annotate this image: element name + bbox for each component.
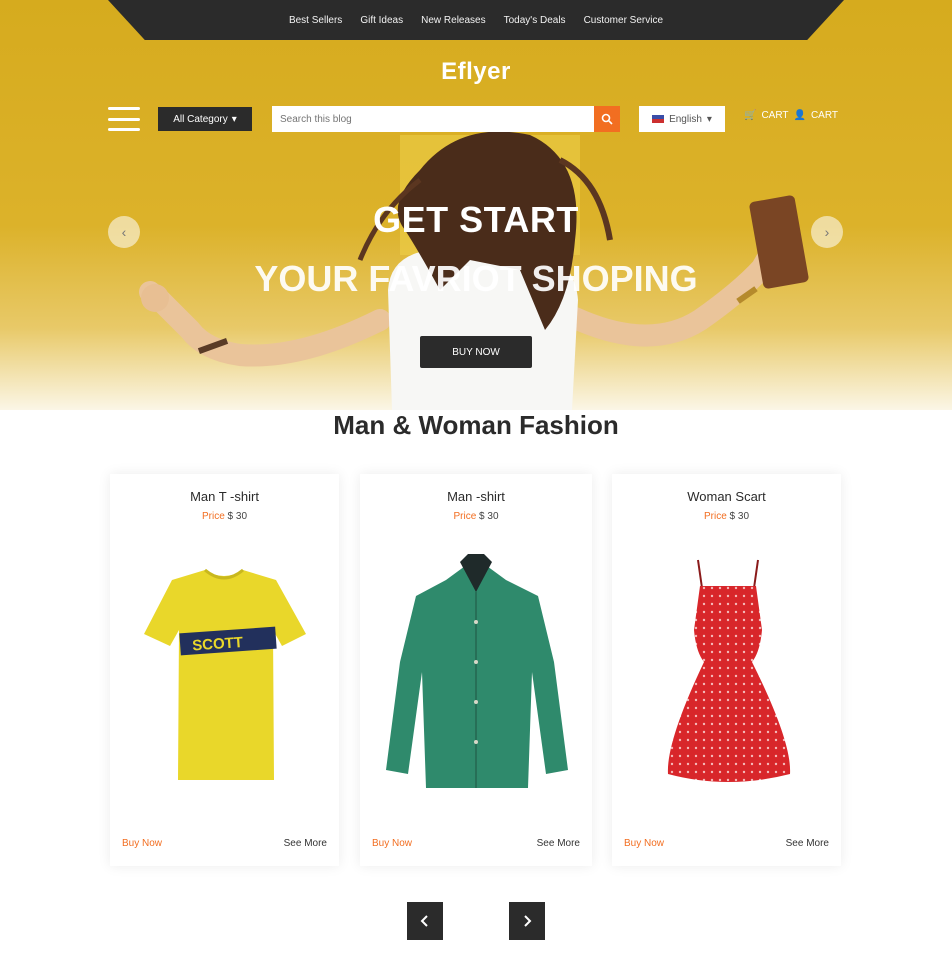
section-title: Man & Woman Fashion — [333, 410, 619, 440]
buy-now-link[interactable]: Buy Now — [122, 838, 162, 849]
price-label: Price — [453, 511, 477, 522]
product-name: Man -shirt — [447, 489, 505, 504]
hero-banner: Best Sellers Gift Ideas New Releases Tod… — [0, 0, 952, 410]
top-nav-customer-service[interactable]: Customer Service — [584, 15, 663, 26]
language-dropdown[interactable]: English ▾ — [639, 106, 725, 132]
top-nav-new-releases[interactable]: New Releases — [421, 15, 485, 26]
hamburger-line — [108, 107, 140, 110]
menu-hamburger-icon[interactable] — [108, 107, 140, 131]
category-dropdown[interactable]: All Category ▾ — [158, 107, 252, 131]
see-more-link[interactable]: See More — [537, 838, 580, 849]
top-nav-best-sellers[interactable]: Best Sellers — [289, 15, 342, 26]
chevron-right-icon — [524, 915, 532, 927]
flag-icon — [652, 115, 665, 123]
chevron-down-icon: ▾ — [231, 113, 237, 125]
hero-buy-now-button[interactable]: BUY NOW — [420, 336, 532, 368]
product-price: Price $ 30 — [360, 511, 592, 522]
hamburger-line — [108, 128, 140, 131]
product-name: Woman Scart — [687, 489, 766, 504]
search-input[interactable] — [272, 106, 594, 132]
top-navigation-bar: Best Sellers Gift Ideas New Releases Tod… — [108, 0, 844, 40]
language-label: English — [669, 113, 702, 125]
product-image-dress — [667, 559, 791, 782]
chevron-left-icon — [420, 915, 428, 927]
cart-icon: 🛒 — [744, 110, 757, 121]
search-bar — [272, 106, 620, 132]
product-price: Price $ 30 — [612, 511, 841, 522]
carousel-prev-button[interactable] — [407, 902, 443, 940]
carousel-next-button[interactable] — [509, 902, 545, 940]
cart-area: 🛒 CART 👤 CART — [744, 110, 838, 121]
search-icon — [601, 113, 613, 125]
product-price: Price $ 30 — [110, 511, 339, 522]
product-name: Man T -shirt — [190, 489, 259, 504]
chevron-down-icon: ▾ — [706, 113, 712, 125]
buy-now-link[interactable]: Buy Now — [624, 838, 664, 849]
top-nav-gift-ideas[interactable]: Gift Ideas — [360, 15, 403, 26]
product-card: Man T -shirt Price $ 30 SCOTT Buy Now Se… — [110, 474, 339, 866]
hero-heading: GET START — [373, 199, 579, 240]
product-image-shirt — [386, 554, 568, 788]
price-label: Price — [201, 511, 225, 522]
cart-link[interactable]: CART — [761, 110, 788, 121]
buy-now-link[interactable]: Buy Now — [372, 838, 412, 849]
site-logo[interactable]: Eflyer — [0, 58, 952, 86]
hero-subheading: YOUR FAVRIOT SHOPING — [254, 258, 698, 299]
see-more-link[interactable]: See More — [786, 838, 829, 849]
product-card: Man -shirt Price $ 30 Buy Now See More — [360, 474, 592, 866]
top-nav-todays-deals[interactable]: Today's Deals — [504, 15, 566, 26]
account-link[interactable]: CART — [811, 110, 838, 121]
product-card: Woman Scart Price $ 30 Buy Now See More — [612, 474, 841, 866]
product-image-tshirt: SCOTT — [144, 568, 306, 780]
price-value: $ 30 — [479, 511, 499, 522]
search-button[interactable] — [594, 106, 620, 132]
category-dropdown-label: All Category — [173, 113, 228, 125]
user-icon: 👤 — [793, 110, 806, 121]
price-value: $ 30 — [227, 511, 248, 522]
price-value: $ 30 — [729, 511, 750, 522]
see-more-link[interactable]: See More — [284, 838, 327, 849]
price-label: Price — [703, 511, 727, 522]
svg-text:SCOTT: SCOTT — [192, 634, 244, 655]
hamburger-line — [108, 117, 140, 121]
